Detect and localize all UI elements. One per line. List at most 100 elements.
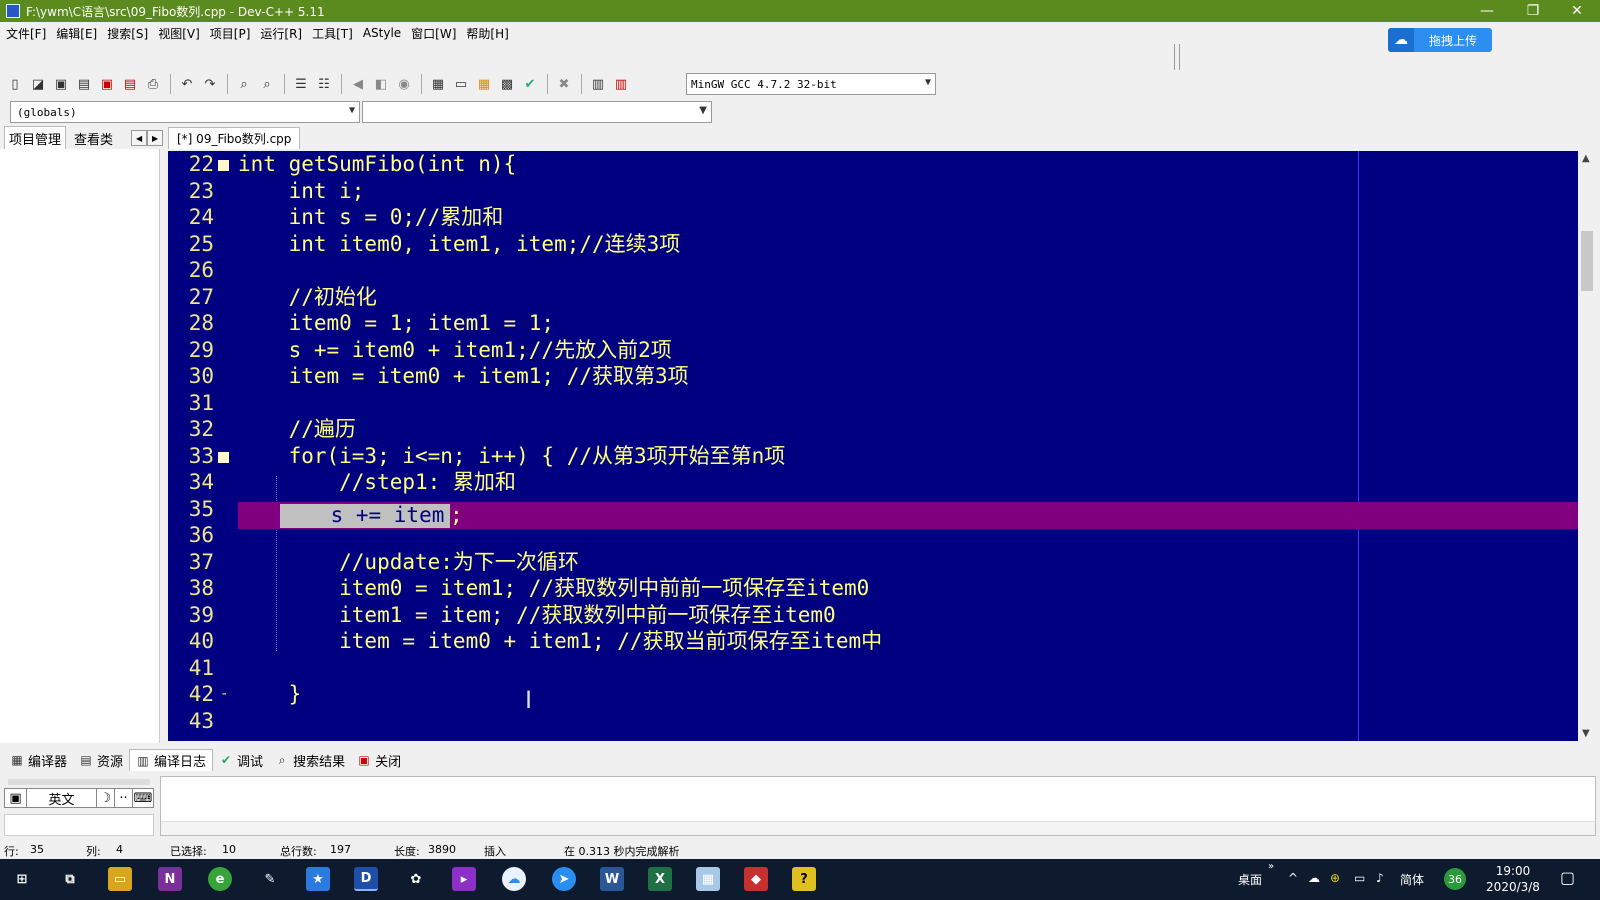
compile-icon[interactable]: ▦ [427, 73, 449, 95]
pen-tool-icon[interactable]: ✎ [258, 867, 282, 891]
keyboard-icon[interactable]: ⌨ [133, 789, 153, 807]
bottom-panel-tabs: ▦ 编译器 ▤ 资源 ▥ 编译日志 ✔ 调试 ⌕ 搜索结果 ▣ 关闭 [4, 748, 407, 772]
menu-view[interactable]: 视图[V] [156, 25, 208, 42]
fold-marker-icon[interactable] [218, 160, 229, 171]
delete-profile-icon[interactable]: ▥ [610, 73, 632, 95]
undo-icon[interactable]: ↶ [176, 73, 198, 95]
tab-scroll-left-icon[interactable]: ◀ [131, 130, 148, 146]
onenote-icon[interactable]: N [158, 867, 182, 891]
bookmark-next-icon[interactable]: ◧ [370, 73, 392, 95]
tab-compiler[interactable]: ▦ 编译器 [4, 749, 73, 771]
profile-icon[interactable]: ▥ [587, 73, 609, 95]
close-file-icon[interactable]: ▣ [96, 73, 118, 95]
tray-plus-icon[interactable]: ⊕ [1330, 871, 1340, 885]
bookmark-toggle-icon[interactable]: ◉ [393, 73, 415, 95]
stop-icon[interactable]: ✖ [553, 73, 575, 95]
save-icon[interactable]: ▣ [50, 73, 72, 95]
tab-classes[interactable]: 查看类 [70, 127, 117, 150]
menu-file[interactable]: 文件[F] [4, 25, 54, 42]
line-number: 36 [188, 523, 214, 547]
help-app-icon[interactable]: ? [792, 867, 816, 891]
editor-tab-file[interactable]: [*] 09_Fibo数列.cpp [168, 127, 301, 149]
devcpp-taskbar-icon[interactable]: D [354, 867, 378, 891]
fold-marker-icon[interactable] [218, 451, 229, 463]
tray-app-icon[interactable]: ☁ [1308, 871, 1320, 885]
compiler-select[interactable]: MinGW GCC 4.7.2 32-bit ▼ [686, 73, 936, 95]
save-all-icon[interactable]: ▤ [73, 73, 95, 95]
log-horizontal-scrollbar[interactable] [161, 821, 1595, 835]
menu-tools[interactable]: 工具[T] [310, 25, 361, 42]
rebuild-icon[interactable]: ▩ [496, 73, 518, 95]
gear-app-icon[interactable]: ✿ [404, 867, 428, 891]
start-icon[interactable]: ⊞ [10, 867, 34, 891]
unindent-icon[interactable]: ☷ [313, 73, 335, 95]
feather-app-icon[interactable]: ➤ [552, 867, 576, 891]
menu-run[interactable]: 运行[R] [258, 25, 310, 42]
new-file-icon[interactable]: ▯ [4, 73, 26, 95]
task-view-icon[interactable]: ⧉ [58, 867, 82, 891]
menu-search[interactable]: 搜索[S] [105, 25, 156, 42]
upload-button[interactable]: ☁ 拖拽上传 [1388, 28, 1492, 52]
scope-select[interactable]: ▼ [362, 101, 712, 123]
restore-button[interactable]: ❐ [1510, 0, 1556, 22]
toolbar-splitter[interactable] [1174, 44, 1180, 70]
menu-astyle[interactable]: AStyle [361, 26, 409, 40]
tab-resources[interactable]: ▤ 资源 [73, 749, 129, 771]
tab-debug[interactable]: ✔ 调试 [213, 749, 269, 771]
star-app-icon[interactable]: ★ [306, 867, 330, 891]
code-text: for(i=3; i<=n; i++) { //从第3项开始至第n项 [238, 443, 786, 468]
close-all-icon[interactable]: ▤ [119, 73, 141, 95]
network-icon[interactable]: ▭ [1354, 871, 1365, 885]
baidu-cloud-icon[interactable]: ☁ [502, 867, 526, 891]
word-icon[interactable]: W [600, 867, 624, 891]
minimize-button[interactable]: — [1464, 0, 1510, 22]
tray-expand-icon[interactable]: ^ [1288, 871, 1298, 885]
red-app-icon[interactable]: ◆ [744, 867, 768, 891]
clock[interactable]: 19:00 2020/3/8 [1478, 863, 1548, 895]
double-chevron-icon[interactable]: » [1268, 861, 1274, 872]
menu-edit[interactable]: 编辑[E] [54, 25, 105, 42]
tab-compile-log[interactable]: ▥ 编译日志 [129, 749, 214, 771]
notification-badge[interactable]: 36 [1444, 868, 1466, 890]
syntax-check-icon[interactable]: ✔ [519, 73, 541, 95]
scroll-down-icon[interactable]: ▼ [1582, 728, 1590, 739]
code-editor[interactable]: s += item ; 22 int getSumFibo(int n){23 i… [168, 151, 1578, 741]
menu-project[interactable]: 项目[P] [208, 25, 259, 42]
compile-log-area[interactable] [160, 776, 1596, 836]
ime-mode[interactable]: 简体 [1400, 871, 1424, 888]
redo-icon[interactable]: ↷ [199, 73, 221, 95]
ime-toolbar[interactable]: ▣ 英文 ☽ ·· ⌨ [4, 788, 154, 808]
code-line: 33 for(i=3; i<=n; i++) { //从第3项开始至第n项 [168, 443, 1578, 470]
close-button[interactable]: ✕ [1554, 0, 1600, 22]
code-text: int getSumFibo(int n){ [238, 152, 517, 176]
menu-window[interactable]: 窗口[W] [409, 25, 464, 42]
cursor-app-icon[interactable]: ▸ [452, 867, 476, 891]
scroll-up-icon[interactable]: ▲ [1582, 153, 1590, 164]
editor-vertical-scrollbar[interactable]: ▲ ▼ [1578, 151, 1596, 741]
menu-help[interactable]: 帮助[H] [464, 25, 516, 42]
find-icon[interactable]: ⌕ [233, 73, 255, 95]
replace-icon[interactable]: ⌕ [256, 73, 278, 95]
volume-icon[interactable]: ♪ [1376, 871, 1384, 885]
tab-scroll-right-icon[interactable]: ▶ [147, 130, 164, 146]
globals-select[interactable]: (globals) ▼ [10, 101, 360, 123]
desktop-toolbar[interactable]: 桌面 [1238, 871, 1262, 888]
scrollbar-thumb[interactable] [1581, 231, 1593, 291]
ime-language[interactable]: 英文 [27, 789, 97, 808]
indent-icon[interactable]: ☰ [290, 73, 312, 95]
tab-close[interactable]: ▣ 关闭 [351, 749, 407, 771]
moon-icon[interactable]: ☽ [97, 789, 115, 807]
print-icon[interactable]: ⎙ [142, 73, 164, 95]
open-file-icon[interactable]: ◪ [27, 73, 49, 95]
tab-search-results[interactable]: ⌕ 搜索结果 [269, 749, 351, 771]
tab-project[interactable]: 项目管理 [4, 126, 67, 150]
file-explorer-icon[interactable]: ▭ [108, 867, 132, 891]
punctuation-icon[interactable]: ·· [115, 789, 133, 807]
photo-app-icon[interactable]: ▦ [696, 867, 720, 891]
bookmark-prev-icon[interactable]: ◀ [347, 73, 369, 95]
action-center-icon[interactable]: ▢ [1560, 868, 1575, 887]
excel-icon[interactable]: X [648, 867, 672, 891]
compile-run-icon[interactable]: ▦ [473, 73, 495, 95]
run-icon[interactable]: ▭ [450, 73, 472, 95]
browser-icon[interactable]: e [208, 867, 232, 891]
